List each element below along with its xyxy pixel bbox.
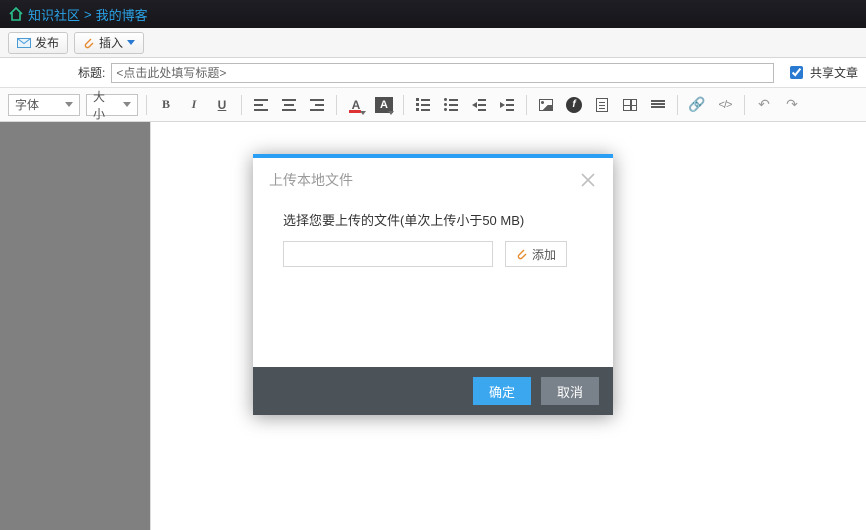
file-path-input[interactable] (283, 241, 493, 267)
breadcrumb-current[interactable]: 我的博客 (96, 5, 148, 24)
paperclip-icon (516, 248, 528, 260)
add-file-label: 添加 (532, 246, 556, 263)
insert-link-button[interactable]: 🔗 (686, 94, 708, 116)
underline-button[interactable]: U (211, 94, 233, 116)
modal-header: 上传本地文件 (253, 158, 613, 196)
paperclip-icon (83, 37, 95, 49)
insert-image-button[interactable] (535, 94, 557, 116)
font-size-label: 大小 (93, 88, 115, 122)
editor-gutter (0, 122, 150, 530)
insert-file-button[interactable] (591, 94, 613, 116)
indent-button[interactable] (496, 94, 518, 116)
rows-icon (651, 100, 665, 110)
insert-table-button[interactable] (619, 94, 641, 116)
insert-code-button[interactable]: </> (714, 94, 736, 116)
align-left-button[interactable] (250, 94, 272, 116)
italic-icon: I (192, 97, 197, 112)
caret-down-icon (123, 102, 131, 107)
indent-icon (500, 99, 514, 111)
breadcrumb-bar: 知识社区 > 我的博客 (0, 0, 866, 28)
home-icon (8, 6, 24, 22)
table-icon (623, 99, 637, 111)
insert-rows-button[interactable] (647, 94, 669, 116)
ok-button[interactable]: 确定 (473, 377, 531, 405)
toolbar-separator (677, 95, 678, 115)
close-icon (579, 171, 597, 189)
undo-button[interactable]: ↶ (753, 94, 775, 116)
caret-down-icon (65, 102, 73, 107)
image-icon (539, 99, 553, 111)
bold-button[interactable]: B (155, 94, 177, 116)
publish-label: 发布 (35, 34, 59, 51)
breadcrumb-root[interactable]: 知识社区 (28, 5, 80, 24)
link-icon: 🔗 (688, 96, 705, 113)
code-icon: </> (719, 99, 732, 111)
title-label: 标题: (78, 64, 105, 81)
insert-button[interactable]: 插入 (74, 32, 144, 54)
modal-body: 选择您要上传的文件(单次上传小于50 MB) 添加 (253, 196, 613, 367)
title-row: 标题: 共享文章 (0, 58, 866, 88)
align-center-icon (282, 99, 296, 111)
align-left-icon (254, 99, 268, 111)
font-size-select[interactable]: 大小 (86, 94, 138, 116)
caret-down-icon (388, 111, 394, 115)
align-right-button[interactable] (306, 94, 328, 116)
italic-button[interactable]: I (183, 94, 205, 116)
cancel-button[interactable]: 取消 (541, 377, 599, 405)
toolbar-separator (336, 95, 337, 115)
modal-footer: 确定 取消 (253, 367, 613, 415)
share-label: 共享文章 (810, 64, 858, 81)
flash-icon: f (566, 97, 582, 113)
toolbar-separator (403, 95, 404, 115)
align-center-button[interactable] (278, 94, 300, 116)
insert-flash-button[interactable]: f (563, 94, 585, 116)
close-button[interactable] (579, 171, 597, 189)
unordered-list-button[interactable] (440, 94, 462, 116)
font-family-select[interactable]: 字体 (8, 94, 80, 116)
publish-button[interactable]: 发布 (8, 32, 68, 54)
upload-modal: 上传本地文件 选择您要上传的文件(单次上传小于50 MB) 添加 确定 取消 (253, 154, 613, 415)
redo-button[interactable]: ↷ (781, 94, 803, 116)
bold-icon: B (162, 97, 170, 112)
envelope-icon (17, 38, 31, 48)
align-right-icon (310, 99, 324, 111)
ordered-list-icon (416, 98, 430, 111)
action-bar: 发布 插入 (0, 28, 866, 58)
toolbar-separator (241, 95, 242, 115)
text-color-button[interactable]: A (345, 94, 367, 116)
outdent-button[interactable] (468, 94, 490, 116)
toolbar-separator (526, 95, 527, 115)
caret-down-icon (127, 40, 135, 45)
add-file-button[interactable]: 添加 (505, 241, 567, 267)
title-input[interactable] (111, 63, 774, 83)
unordered-list-icon (444, 98, 458, 111)
editor-toolbar: 字体 大小 B I U A A (0, 88, 866, 122)
breadcrumb-sep: > (84, 7, 92, 22)
bg-color-button[interactable]: A (373, 94, 395, 116)
share-article-option[interactable]: 共享文章 (786, 63, 858, 82)
redo-icon: ↷ (786, 96, 798, 113)
upload-hint: 选择您要上传的文件(单次上传小于50 MB) (283, 210, 583, 229)
underline-icon: U (218, 98, 227, 112)
undo-icon: ↶ (758, 96, 770, 113)
outdent-icon (472, 99, 486, 111)
toolbar-separator (146, 95, 147, 115)
file-icon (596, 98, 608, 112)
share-checkbox[interactable] (790, 66, 803, 79)
file-input-row: 添加 (283, 241, 583, 267)
ordered-list-button[interactable] (412, 94, 434, 116)
font-family-label: 字体 (15, 96, 39, 113)
caret-down-icon (360, 111, 366, 115)
toolbar-separator (744, 95, 745, 115)
modal-title: 上传本地文件 (269, 170, 353, 190)
insert-label: 插入 (99, 34, 123, 51)
